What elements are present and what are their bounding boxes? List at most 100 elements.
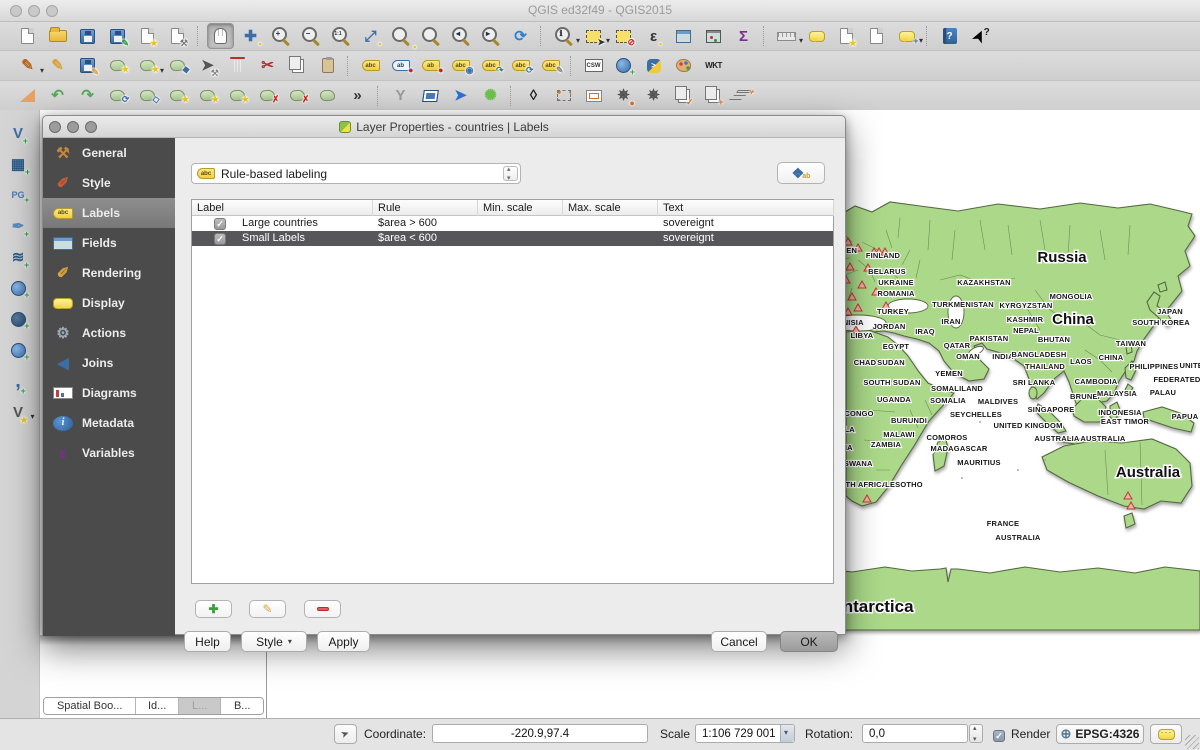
select-extent-button[interactable] — [550, 83, 577, 109]
save-project-as-button[interactable]: ✎ — [104, 23, 131, 49]
sidebar-item-fields[interactable]: Fields — [43, 228, 175, 258]
panel-tab-1[interactable]: Id... — [136, 698, 179, 714]
sidebar-item-variables[interactable]: εVariables — [43, 438, 175, 468]
rotate-feature-button[interactable]: ⟳ — [104, 83, 131, 109]
labeling-mode-select[interactable]: abc Rule-based labeling — [191, 163, 521, 184]
zoom-native-button[interactable]: 1:1 — [327, 23, 354, 49]
panel-tab-3[interactable]: B... — [221, 698, 263, 714]
style-manager-button[interactable] — [670, 53, 697, 79]
save-layer-edits-button[interactable]: ✎ — [74, 53, 101, 79]
python-console-button[interactable]: > — [640, 53, 667, 79]
frame-tool-button[interactable] — [580, 83, 607, 109]
sidebar-item-labels[interactable]: abcLabels — [43, 198, 175, 228]
cut-features-button[interactable]: ✂ — [254, 53, 281, 79]
add-vector-layer-button[interactable]: V+ — [5, 120, 32, 146]
annotation-button[interactable]: +▾ — [893, 23, 920, 49]
measure-button[interactable]: ▾ — [773, 23, 800, 49]
add-feature-button[interactable]: ★ — [104, 53, 131, 79]
label-properties-button[interactable]: abc✎ — [537, 53, 564, 79]
cad-tools-button[interactable] — [14, 83, 41, 109]
fill-ring-button[interactable]: ★ — [224, 83, 251, 109]
zoom-last-button[interactable]: ◂ — [447, 23, 474, 49]
style-doc-check-button[interactable]: ✓ — [670, 83, 697, 109]
coordinate-tracking-button[interactable]: ➤ — [334, 724, 357, 744]
messages-button[interactable] — [1150, 724, 1182, 744]
zoom-out-button[interactable]: − — [297, 23, 324, 49]
save-project-button[interactable] — [74, 23, 101, 49]
delete-part-button[interactable]: ✗ — [284, 83, 311, 109]
label-pin-unpin-button[interactable]: ab● — [387, 53, 414, 79]
sidebar-item-joins[interactable]: ◀Joins — [43, 348, 175, 378]
zoom-full-button[interactable]: ⤢▪ — [357, 23, 384, 49]
map-tips-button[interactable] — [803, 23, 830, 49]
delete-ring-button[interactable]: ✗ — [254, 83, 281, 109]
rule-table[interactable]: LabelRuleMin. scaleMax. scaleText ✓Large… — [191, 199, 834, 584]
paste-features-button[interactable] — [314, 53, 341, 79]
toggle-editing-button[interactable]: ✎ — [44, 53, 71, 79]
add-ring-button[interactable]: ★ — [164, 83, 191, 109]
curve-digitize-button[interactable]: ★▾ — [134, 53, 161, 79]
column-header-text[interactable]: Text — [658, 200, 834, 216]
add-rule-button[interactable]: ✚ — [195, 600, 232, 618]
add-postgis-layer-button[interactable]: PG+ — [5, 182, 32, 208]
add-part-button[interactable]: ★ — [194, 83, 221, 109]
sidebar-item-style[interactable]: ✐Style — [43, 168, 175, 198]
current-edits-button[interactable]: ✎▾ — [14, 53, 41, 79]
crs-button[interactable]: ⊕EPSG:4326 — [1056, 724, 1144, 744]
open-project-button[interactable] — [44, 23, 71, 49]
sidebar-item-rendering[interactable]: ✐Rendering — [43, 258, 175, 288]
scale-combo[interactable]: 1:106 729 001 — [695, 724, 795, 743]
zoom-to-selection-button[interactable]: ▪ — [387, 23, 414, 49]
new-bookmark-button[interactable]: ★ — [833, 23, 860, 49]
new-shapefile-layer-button[interactable]: V★▾ — [5, 399, 32, 425]
new-project-button[interactable] — [14, 23, 41, 49]
sidebar-item-general[interactable]: ⚒General — [43, 138, 175, 168]
zoom-next-button[interactable]: ▸ — [477, 23, 504, 49]
add-wms-layer-button[interactable]: + — [5, 275, 32, 301]
plugin-rocket-button[interactable]: ➤ — [447, 83, 474, 109]
help-button[interactable]: Help — [184, 631, 231, 652]
select-by-expression-button[interactable]: ε▪ — [640, 23, 667, 49]
table-row[interactable]: ✓Large countries$area > 600sovereignt — [192, 216, 833, 231]
whats-this-button[interactable]: ➤? — [966, 23, 993, 49]
style-menu-button[interactable]: Style▾ — [241, 631, 307, 652]
pan-map-button[interactable] — [207, 23, 234, 49]
ok-button[interactable]: OK — [780, 631, 838, 652]
column-header-max-scale[interactable]: Max. scale — [563, 200, 658, 216]
nib-tool-button[interactable]: ◊ — [520, 83, 547, 109]
reshape-features-button[interactable] — [314, 83, 341, 109]
automated-placement-button[interactable]: ❖ ab — [777, 162, 825, 184]
chevron-down-icon[interactable] — [780, 725, 794, 742]
zoom-in-button[interactable]: + — [267, 23, 294, 49]
label-show-hide-button[interactable]: abc◉ — [447, 53, 474, 79]
identify-features-button[interactable]: ℹ▾ — [550, 23, 577, 49]
delete-selected-button[interactable] — [224, 53, 251, 79]
rotation-input[interactable]: 0,0 — [862, 724, 968, 743]
deselect-features-button[interactable]: ⊘ — [610, 23, 637, 49]
cancel-button[interactable]: Cancel — [711, 631, 767, 652]
rotation-stepper[interactable] — [969, 724, 983, 743]
label-toolbar-button[interactable]: abc — [357, 53, 384, 79]
add-wcs-layer-button[interactable]: + — [5, 306, 32, 332]
refresh-button[interactable]: ⟳ — [507, 23, 534, 49]
sidebar-item-actions[interactable]: ⚙Actions — [43, 318, 175, 348]
edit-rule-button[interactable]: ✎ — [249, 600, 286, 618]
table-row[interactable]: ✓Small Labels$area < 600sovereignt — [192, 231, 833, 246]
column-header-min-scale[interactable]: Min. scale — [478, 200, 563, 216]
wand-create-button[interactable]: ✵ — [640, 83, 667, 109]
toolbar-overflow-button[interactable]: » — [344, 83, 371, 109]
move-feature-button[interactable]: ◆ — [164, 53, 191, 79]
resize-grip[interactable] — [1185, 735, 1199, 749]
label-pin-button[interactable]: ab● — [417, 53, 444, 79]
rule-checkbox[interactable]: ✓ — [214, 218, 226, 230]
help-contents-button[interactable]: ? — [936, 23, 963, 49]
style-doc-add-button[interactable]: + — [700, 83, 727, 109]
statistics-button[interactable]: Σ — [730, 23, 757, 49]
render-checkbox[interactable]: ✓ — [993, 726, 1005, 744]
split-features-button[interactable]: Y — [387, 83, 414, 109]
panel-tab-0[interactable]: Spatial Boo... — [44, 698, 136, 714]
undo-button[interactable]: ↶ — [44, 83, 71, 109]
new-composer-button[interactable]: ★ — [134, 23, 161, 49]
label-move-button[interactable]: abc↷ — [477, 53, 504, 79]
add-delimited-text-button[interactable]: ,+ — [5, 368, 32, 394]
